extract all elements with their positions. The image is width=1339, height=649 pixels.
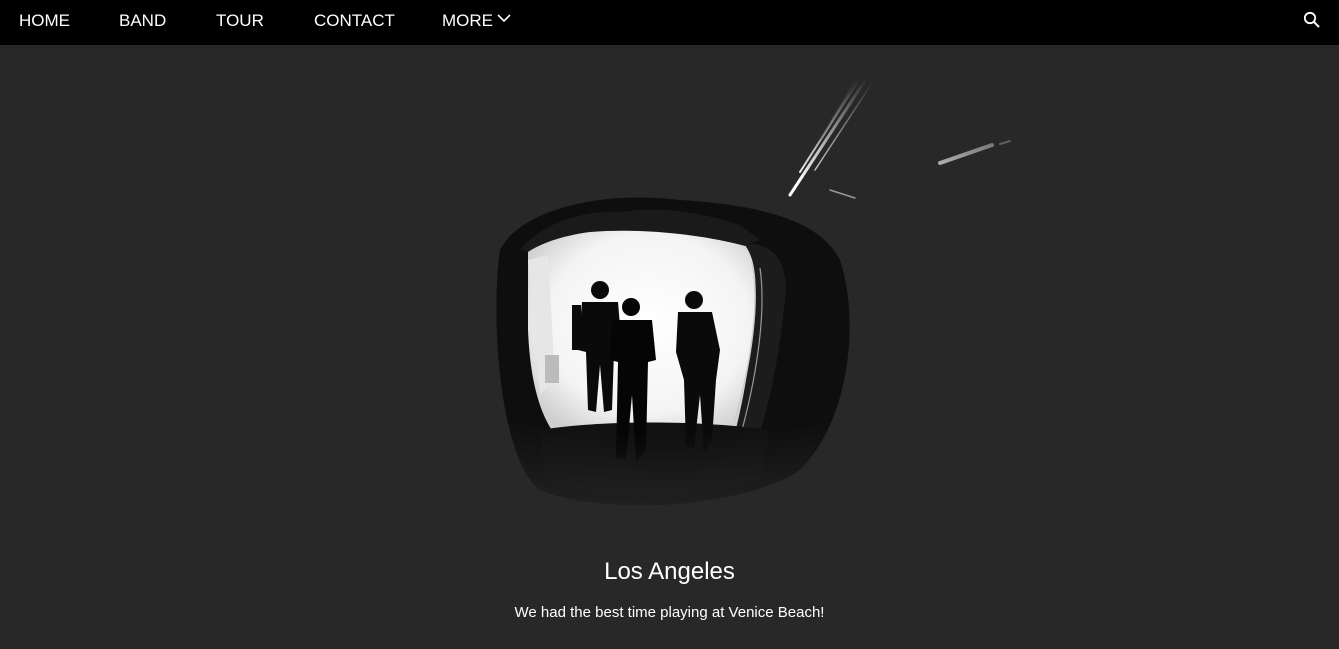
nav-more-label: MORE [442, 11, 493, 30]
nav-contact-link[interactable]: CONTACT [314, 0, 395, 41]
search-icon [1303, 11, 1320, 28]
nav-home-link[interactable]: HOME [19, 0, 70, 41]
nav-more-dropdown[interactable]: MORE [442, 0, 511, 41]
top-navbar: HOME BAND TOUR CONTACT MORE [0, 0, 1339, 45]
chevron-down-icon [497, 14, 511, 23]
hero-image [0, 45, 1339, 515]
caption-text: We had the best time playing at Venice B… [514, 604, 825, 621]
caption-title: Los Angeles [604, 558, 735, 585]
band-tunnel-photo [0, 45, 1339, 515]
nav-tour-link[interactable]: TOUR [216, 0, 264, 41]
nav-band-link[interactable]: BAND [119, 0, 166, 41]
search-button[interactable] [1303, 11, 1321, 29]
